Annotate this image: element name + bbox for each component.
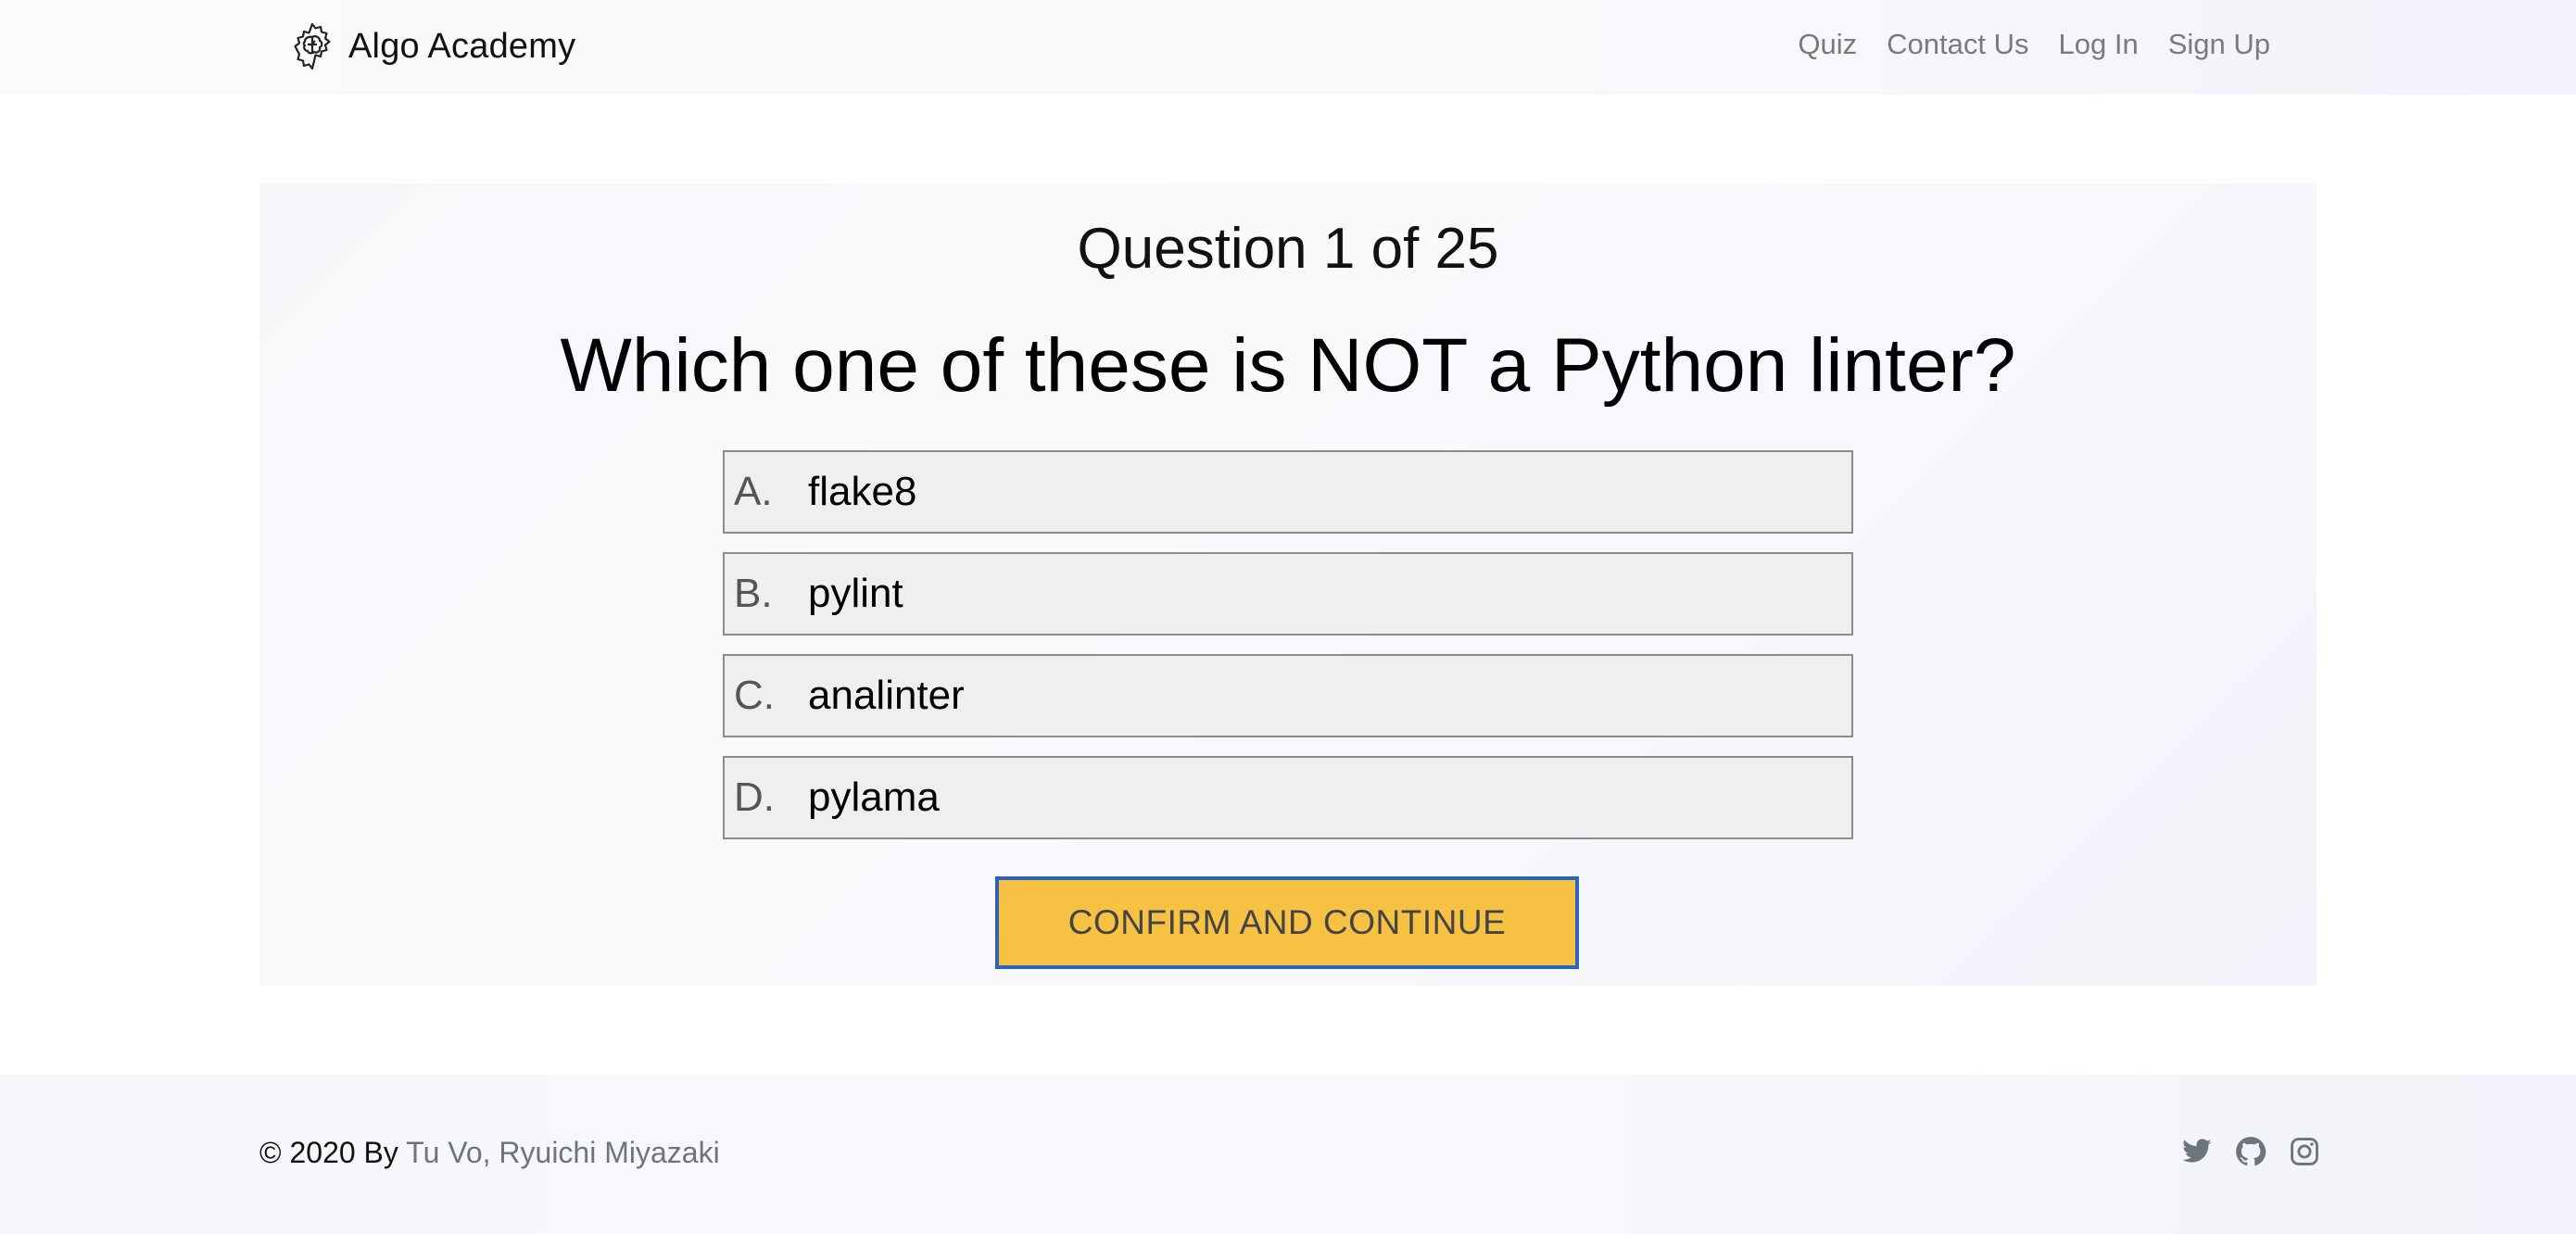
nav-link-log-in[interactable]: Log In — [2059, 28, 2139, 61]
brand-link[interactable]: Algo Academy — [287, 17, 575, 76]
option-letter: D. — [734, 774, 775, 820]
answer-option-a[interactable]: A. flake8 — [723, 450, 1853, 534]
nav-link-quiz[interactable]: Quiz — [1798, 28, 1857, 61]
question-text: Which one of these is NOT a Python linte… — [560, 323, 2016, 408]
nav-link-contact-us[interactable]: Contact Us — [1887, 28, 2028, 61]
nav-link-sign-up[interactable]: Sign Up — [2168, 28, 2270, 61]
option-text: flake8 — [808, 469, 917, 514]
option-text: pylama — [808, 774, 940, 820]
brand-name: Algo Academy — [348, 26, 576, 66]
option-letter: C. — [734, 673, 775, 718]
answer-options: A. flake8 B. pylint C. analinter D. pyla… — [723, 450, 1853, 858]
option-text: pylint — [808, 571, 903, 616]
footer: © 2020 By Tu Vo, Ryuichi Miyazaki — [0, 1075, 2576, 1234]
copyright: © 2020 By Tu Vo, Ryuichi Miyazaki — [259, 1136, 720, 1170]
twitter-icon[interactable] — [2181, 1136, 2213, 1167]
answer-option-b[interactable]: B. pylint — [723, 552, 1853, 636]
copyright-prefix: © 2020 By — [259, 1136, 407, 1169]
answer-option-d[interactable]: D. pylama — [723, 756, 1853, 839]
github-icon[interactable] — [2235, 1136, 2267, 1167]
navbar: Algo Academy Quiz Contact Us Log In Sign… — [0, 0, 2576, 94]
confirm-and-continue-button[interactable]: CONFIRM AND CONTINUE — [995, 876, 1579, 969]
instagram-icon[interactable] — [2289, 1136, 2320, 1167]
social-links — [2181, 1136, 2320, 1167]
option-letter: A. — [734, 469, 773, 514]
brain-gear-icon — [294, 22, 331, 70]
authors-link[interactable]: Tu Vo, Ryuichi Miyazaki — [406, 1136, 719, 1169]
question-counter: Question 1 of 25 — [1077, 217, 1499, 281]
answer-option-c[interactable]: C. analinter — [723, 654, 1853, 737]
option-text: analinter — [808, 673, 965, 718]
nav-links: Quiz Contact Us Log In Sign Up — [1798, 20, 2270, 69]
quiz-card: Question 1 of 25 Which one of these is N… — [259, 183, 2317, 986]
option-letter: B. — [734, 571, 773, 616]
